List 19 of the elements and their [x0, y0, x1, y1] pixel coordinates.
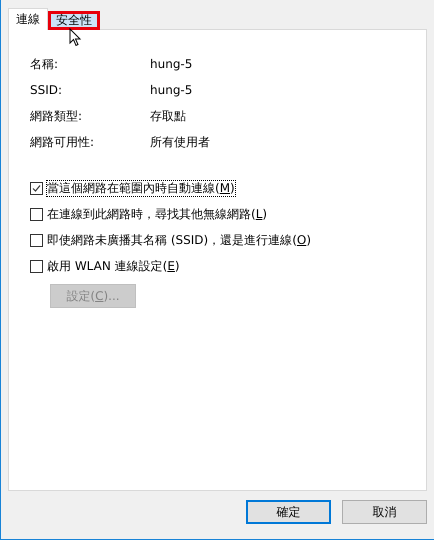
property-value: 存取點 [150, 108, 187, 124]
property-value: 所有使用者 [150, 134, 211, 150]
property-value: hung-5 [150, 56, 194, 72]
property-label: SSID: [30, 82, 64, 98]
checkbox-label[interactable]: 當這個網路在範圍內時自動連線(M) [47, 180, 235, 196]
tab[interactable]: 連線 [8, 8, 48, 30]
checkbox-label[interactable]: 在連線到此網路時，尋找其他無線網路(L) [47, 206, 268, 222]
dialog-button[interactable]: 確定 [246, 500, 331, 524]
checkbox[interactable] [30, 260, 43, 272]
checkbox[interactable] [30, 182, 43, 194]
checkbox[interactable] [30, 234, 43, 246]
property-label: 名稱: [30, 56, 60, 72]
checkbox-label[interactable]: 啟用 WLAN 連線設定(E) [47, 258, 180, 274]
property-value: hung-5 [150, 82, 194, 98]
property-label: 網路可用性: [30, 134, 96, 150]
property-label: 網路類型: [30, 108, 84, 124]
checkbox-label[interactable]: 即使網路未廣播其名稱 (SSID)，還是進行連線(O) [47, 232, 312, 248]
dialog-button[interactable]: 取消 [342, 500, 427, 524]
checkbox[interactable] [30, 208, 43, 220]
